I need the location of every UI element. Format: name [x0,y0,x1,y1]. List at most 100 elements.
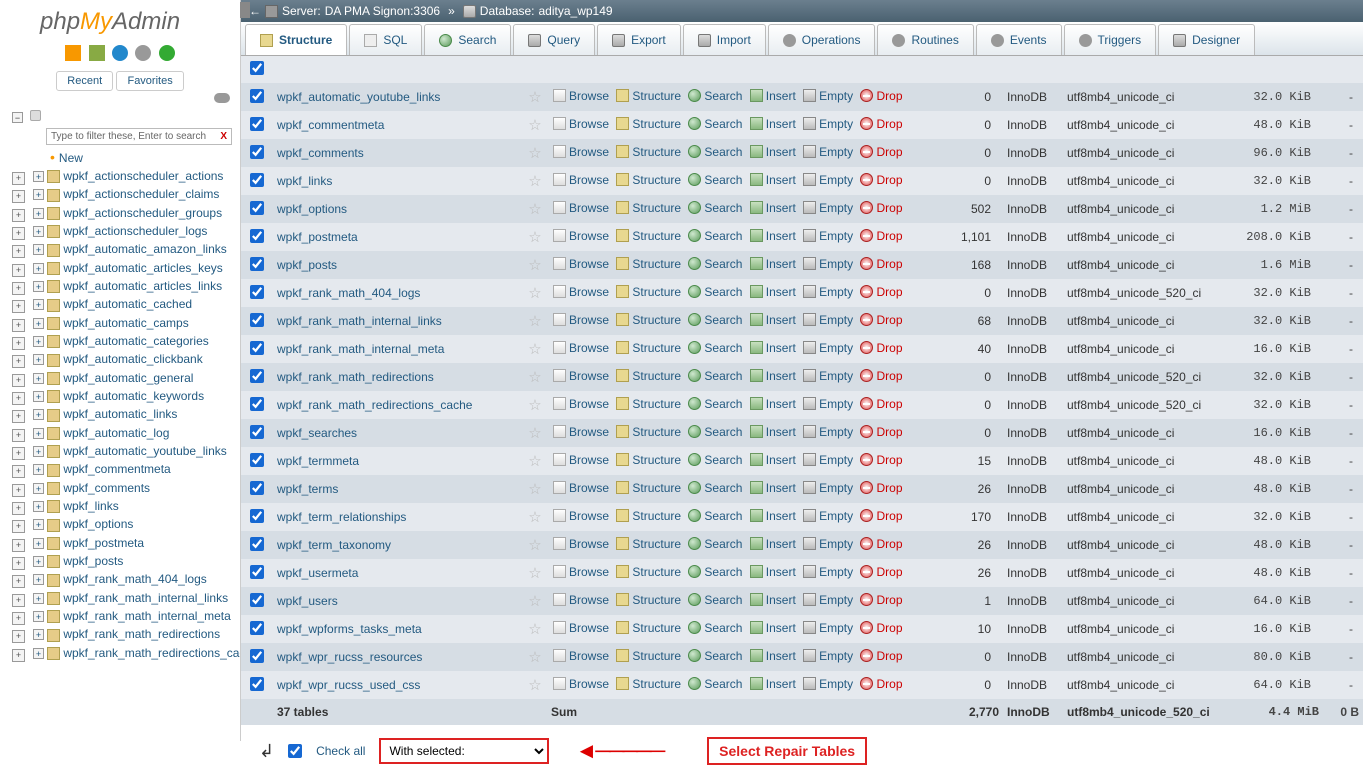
insert-link[interactable]: Insert [750,537,796,551]
insert-link[interactable]: Insert [750,425,796,439]
search-link[interactable]: Search [688,425,742,439]
browse-link[interactable]: Browse [553,229,609,243]
search-link[interactable]: Search [688,453,742,467]
search-link[interactable]: Search [688,201,742,215]
structure-link[interactable]: Structure [616,397,681,411]
logout-icon[interactable] [89,45,105,61]
favorite-star[interactable]: ☆ [523,671,547,699]
table-name-link[interactable]: wpkf_comments [277,146,364,160]
sidebar-table-item[interactable]: + wpkf_actionscheduler_actions [8,167,240,185]
tab-sql[interactable]: SQL [349,24,422,55]
search-link[interactable]: Search [688,649,742,663]
check-all-label[interactable]: Check all [316,744,365,758]
favorite-star[interactable]: ☆ [523,139,547,167]
check-all-checkbox[interactable] [288,744,302,758]
sidebar-table-item[interactable]: + wpkf_postmeta [8,534,240,552]
browse-link[interactable]: Browse [553,453,609,467]
structure-link[interactable]: Structure [616,257,681,271]
browse-link[interactable]: Browse [553,145,609,159]
table-name-link[interactable]: wpkf_terms [277,482,338,496]
favorite-star[interactable]: ☆ [523,251,547,279]
browse-link[interactable]: Browse [553,425,609,439]
favorite-star[interactable]: ☆ [523,559,547,587]
sidebar-table-item[interactable]: + wpkf_links [8,497,240,515]
search-link[interactable]: Search [688,397,742,411]
drop-link[interactable]: Drop [860,677,902,691]
table-name-link[interactable]: wpkf_commentmeta [277,118,384,132]
structure-link[interactable]: Structure [616,201,681,215]
drop-link[interactable]: Drop [860,229,902,243]
structure-link[interactable]: Structure [616,369,681,383]
empty-link[interactable]: Empty [803,173,853,187]
browse-link[interactable]: Browse [553,369,609,383]
table-name-link[interactable]: wpkf_searches [277,426,357,440]
insert-link[interactable]: Insert [750,285,796,299]
insert-link[interactable]: Insert [750,621,796,635]
row-checkbox[interactable] [250,201,264,215]
drop-link[interactable]: Drop [860,257,902,271]
insert-link[interactable]: Insert [750,397,796,411]
sidebar-table-item[interactable]: + wpkf_rank_math_redirections [8,625,240,643]
home-icon[interactable] [65,45,81,61]
favorite-star[interactable]: ☆ [523,223,547,251]
table-name-link[interactable]: wpkf_rank_math_redirections_cache [277,398,472,412]
empty-link[interactable]: Empty [803,117,853,131]
sidebar-table-item[interactable]: + wpkf_rank_math_internal_meta [8,607,240,625]
insert-link[interactable]: Insert [750,173,796,187]
empty-link[interactable]: Empty [803,341,853,355]
row-checkbox[interactable] [250,537,264,551]
row-checkbox[interactable] [250,369,264,383]
filter-input[interactable]: Type to filter these, Enter to search X [46,128,232,145]
drop-link[interactable]: Drop [860,649,902,663]
tab-triggers[interactable]: Triggers [1064,24,1157,55]
row-checkbox[interactable] [250,145,264,159]
favorite-star[interactable]: ☆ [523,503,547,531]
structure-link[interactable]: Structure [616,537,681,551]
structure-link[interactable]: Structure [616,593,681,607]
row-checkbox[interactable] [250,453,264,467]
table-name-link[interactable]: wpkf_termmeta [277,454,359,468]
row-checkbox[interactable] [250,565,264,579]
sidebar-table-item[interactable]: + wpkf_automatic_general [8,369,240,387]
table-name-link[interactable]: wpkf_term_relationships [277,510,406,524]
with-selected-dropdown[interactable]: With selected: [379,738,549,764]
browse-link[interactable]: Browse [553,341,609,355]
docs-icon[interactable] [112,45,128,61]
drop-link[interactable]: Drop [860,453,902,467]
insert-link[interactable]: Insert [750,453,796,467]
row-checkbox[interactable] [250,341,264,355]
structure-link[interactable]: Structure [616,425,681,439]
structure-link[interactable]: Structure [616,89,681,103]
tab-import[interactable]: Import [683,24,766,55]
browse-link[interactable]: Browse [553,481,609,495]
table-name-link[interactable]: wpkf_posts [277,258,337,272]
sidebar-table-item[interactable]: + wpkf_automatic_links [8,405,240,423]
sidebar-table-item[interactable]: + wpkf_automatic_categories [8,332,240,350]
search-link[interactable]: Search [688,369,742,383]
reload-icon[interactable] [159,45,175,61]
empty-link[interactable]: Empty [803,285,853,299]
sidebar-table-item[interactable]: + wpkf_rank_math_redirections_cache [8,644,240,662]
row-checkbox[interactable] [250,621,264,635]
insert-link[interactable]: Insert [750,509,796,523]
structure-link[interactable]: Structure [616,173,681,187]
structure-link[interactable]: Structure [616,509,681,523]
sidebar-table-item[interactable]: + wpkf_automatic_clickbank [8,350,240,368]
sidebar-table-item[interactable]: + wpkf_automatic_youtube_links [8,442,240,460]
row-checkbox[interactable] [250,117,264,131]
structure-link[interactable]: Structure [616,117,681,131]
sidebar-table-item[interactable]: + wpkf_automatic_articles_keys [8,259,240,277]
row-checkbox[interactable] [250,313,264,327]
sidebar-table-item[interactable]: + wpkf_automatic_log [8,424,240,442]
sidebar-table-item[interactable]: + wpkf_rank_math_404_logs [8,570,240,588]
insert-link[interactable]: Insert [750,89,796,103]
search-link[interactable]: Search [688,621,742,635]
structure-link[interactable]: Structure [616,677,681,691]
favorite-star[interactable]: ☆ [523,391,547,419]
empty-link[interactable]: Empty [803,145,853,159]
table-name-link[interactable]: wpkf_wpforms_tasks_meta [277,622,422,636]
search-link[interactable]: Search [688,537,742,551]
search-link[interactable]: Search [688,565,742,579]
structure-link[interactable]: Structure [616,649,681,663]
drop-link[interactable]: Drop [860,89,902,103]
